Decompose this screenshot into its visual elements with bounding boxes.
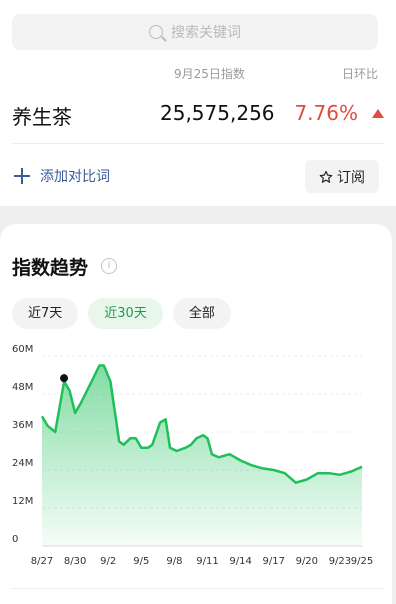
y-tick-label: 24M: [12, 458, 33, 469]
index-date-label: 9月25日指数: [174, 67, 245, 81]
search-input[interactable]: 搜索关键词: [12, 14, 378, 50]
x-tick-label: 9/8: [166, 556, 182, 567]
x-tick-label: 9/25: [351, 556, 373, 567]
trend-chart: 0 12M 24M 36M 48M 60M 8/27 8/30 9/2 9/5 9/8 9/11 9/…: [12, 344, 373, 567]
x-tick-label: 9/17: [262, 556, 284, 567]
x-tick-label: 9/20: [296, 556, 318, 567]
tab-7-days[interactable]: 近7天: [12, 298, 79, 329]
y-tick-label: 0: [12, 534, 18, 545]
search-icon: [149, 25, 163, 39]
search-placeholder: 搜索关键词: [171, 25, 241, 41]
plus-icon: [14, 168, 30, 184]
x-tick-label: 9/2: [100, 556, 116, 567]
ratio-value: 7.76%: [294, 101, 358, 125]
tab-30-days[interactable]: 近30天: [88, 298, 163, 329]
x-tick-label: 8/30: [64, 556, 86, 567]
y-tick-label: 36M: [12, 420, 33, 431]
divider: [12, 588, 384, 589]
y-tick-label: 48M: [12, 382, 33, 393]
range-tabs: 近7天 近30天 全部: [12, 298, 231, 329]
trend-marker: [60, 374, 69, 383]
trend-card: 指数趋势 i 近7天 近30天 全部 0 12M 24M 36M 48M 60M 8/27…: [0, 224, 392, 604]
x-tick-label: 9/23: [329, 556, 351, 567]
tab-all[interactable]: 全部: [172, 298, 231, 329]
subscribe-button[interactable]: 订阅: [305, 160, 379, 193]
y-tick-label: 12M: [12, 496, 33, 507]
divider: [12, 143, 384, 144]
ratio-label: 日环比: [341, 67, 378, 81]
add-compare-label: 添加对比词: [40, 169, 110, 185]
summary-panel: 搜索关键词 9月25日指数 日环比 养生茶 25,575,256 7.76% 添…: [0, 0, 396, 206]
trend-area: [42, 365, 362, 546]
x-tick-label: 9/5: [133, 556, 149, 567]
star-icon: [319, 170, 333, 183]
add-compare-button[interactable]: 添加对比词: [14, 166, 110, 186]
keyword-name: 养生茶: [12, 105, 72, 129]
x-tick-label: 9/14: [229, 556, 251, 567]
info-icon[interactable]: i: [101, 258, 117, 274]
trend-title: 指数趋势: [12, 257, 89, 279]
subscribe-label: 订阅: [337, 169, 365, 186]
y-tick-label: 60M: [12, 344, 33, 355]
x-tick-label: 9/11: [196, 556, 218, 567]
triangle-up-icon: [372, 109, 384, 118]
index-value: 25,575,256: [160, 101, 275, 125]
x-tick-label: 8/27: [31, 556, 53, 567]
